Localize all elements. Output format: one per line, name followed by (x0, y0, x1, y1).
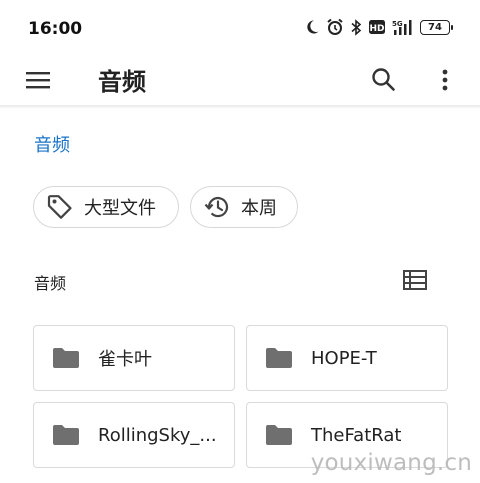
svg-text:5G: 5G (392, 20, 403, 28)
section-title: 音频 (34, 274, 67, 293)
folder-icon (52, 347, 80, 369)
history-icon (203, 193, 231, 221)
filter-chip-label: 大型文件 (84, 198, 156, 219)
filter-chip-this-week[interactable]: 本周 (190, 186, 298, 228)
hd-icon: HD (368, 19, 386, 35)
folder-icon (265, 347, 293, 369)
battery-icon: 74 (420, 19, 453, 35)
folder-item[interactable]: RollingSky_... (33, 402, 235, 468)
app-bar: 音频 (0, 56, 480, 106)
moon-icon (304, 19, 320, 35)
battery-level: 74 (428, 21, 442, 33)
more-options-button[interactable] (430, 64, 460, 96)
folder-icon (52, 424, 80, 446)
folder-item[interactable]: HOPE-T (246, 325, 448, 391)
status-time: 16:00 (28, 19, 83, 39)
folder-name: HOPE-T (311, 347, 377, 369)
svg-text:HD: HD (369, 24, 384, 34)
status-icons: HD 5G 74 (304, 18, 453, 36)
search-icon (372, 68, 395, 91)
filter-chip-large-files[interactable]: 大型文件 (33, 186, 179, 228)
folder-icon (265, 424, 293, 446)
alarm-icon (326, 18, 344, 36)
page-title: 音频 (98, 68, 146, 96)
folder-name: TheFatRat (311, 424, 402, 446)
filter-chip-label: 本周 (241, 198, 277, 219)
tag-icon (46, 193, 74, 221)
folder-item[interactable]: 雀卡叶 (33, 325, 235, 391)
menu-button[interactable] (22, 66, 56, 96)
app-bar-divider (0, 105, 480, 109)
search-button[interactable] (368, 64, 400, 96)
breadcrumb[interactable]: 音频 (34, 131, 70, 157)
bluetooth-icon (350, 18, 362, 36)
watermark: youxiwang.cn (310, 450, 472, 476)
view-toggle-button[interactable] (402, 268, 428, 292)
menu-icon (26, 72, 50, 89)
folder-name: 雀卡叶 (98, 349, 152, 370)
more-vert-icon (442, 69, 448, 91)
status-bar: 16:00 HD 5G 74 (0, 0, 480, 56)
signal-5g-icon: 5G (392, 19, 414, 36)
folder-name: RollingSky_... (98, 424, 217, 446)
list-view-icon (403, 270, 427, 290)
